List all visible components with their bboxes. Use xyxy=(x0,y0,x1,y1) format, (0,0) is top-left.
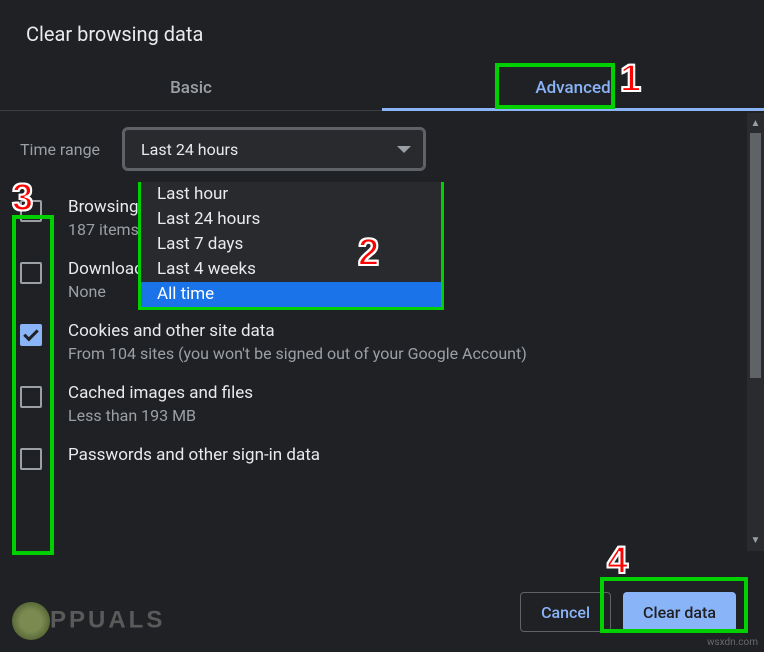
cancel-button[interactable]: Cancel xyxy=(520,592,611,632)
tabs: Basic Advanced xyxy=(0,64,764,111)
clear-data-button[interactable]: Clear data xyxy=(623,592,736,632)
watermark-text: wsxdn.com xyxy=(707,637,758,648)
scroll-up-icon[interactable]: ▲ xyxy=(747,115,764,132)
option-last-4-weeks[interactable]: Last 4 weeks xyxy=(141,257,441,282)
item-title: Cookies and other site data xyxy=(68,321,738,341)
list-item[interactable]: Passwords and other sign-in data xyxy=(20,435,738,480)
item-text: Passwords and other sign-in data xyxy=(68,445,738,468)
checkbox-cookies[interactable] xyxy=(20,324,42,346)
time-range-row: Time range Last 24 hours xyxy=(20,129,738,169)
checkbox-cached-images[interactable] xyxy=(20,386,42,408)
appuals-logo: PPUALS xyxy=(12,602,165,640)
item-subtitle: Less than 193 MB xyxy=(68,406,738,425)
option-last-7-days[interactable]: Last 7 days xyxy=(141,232,441,257)
scrollbar-thumb[interactable] xyxy=(750,133,761,378)
checkbox-browsing-history[interactable] xyxy=(20,200,42,222)
scroll-down-icon[interactable]: ▼ xyxy=(747,532,764,549)
option-all-time[interactable]: All time xyxy=(141,282,441,307)
tab-advanced[interactable]: Advanced xyxy=(382,64,764,110)
time-range-dropdown: Last hour Last 24 hours Last 7 days Last… xyxy=(138,182,444,310)
list-item[interactable]: Cookies and other site data From 104 sit… xyxy=(20,311,738,373)
scrollbar[interactable]: ▲ ▼ xyxy=(747,113,764,551)
time-range-select[interactable]: Last 24 hours xyxy=(124,129,424,169)
logo-text: PPUALS xyxy=(50,606,165,633)
time-range-value: Last 24 hours xyxy=(141,140,238,159)
list-item[interactable]: Cached images and files Less than 193 MB xyxy=(20,373,738,435)
option-last-hour[interactable]: Last hour xyxy=(141,182,441,207)
item-text: Cookies and other site data From 104 sit… xyxy=(68,321,738,363)
scroll-region: Time range Last 24 hours Browsing histor… xyxy=(0,111,764,551)
option-last-24-hours[interactable]: Last 24 hours xyxy=(141,207,441,232)
chevron-down-icon xyxy=(397,146,411,153)
checkbox-passwords[interactable] xyxy=(20,448,42,470)
clear-data-dialog: Clear browsing data Basic Advanced Time … xyxy=(0,0,764,652)
item-title: Passwords and other sign-in data xyxy=(68,445,738,465)
logo-icon xyxy=(12,602,50,640)
tab-basic[interactable]: Basic xyxy=(0,64,382,110)
dialog-title: Clear browsing data xyxy=(0,0,764,64)
item-subtitle: From 104 sites (you won't be signed out … xyxy=(68,344,738,363)
time-range-label: Time range xyxy=(20,140,100,159)
item-text: Cached images and files Less than 193 MB xyxy=(68,383,738,425)
item-title: Cached images and files xyxy=(68,383,738,403)
checkbox-download-history[interactable] xyxy=(20,262,42,284)
